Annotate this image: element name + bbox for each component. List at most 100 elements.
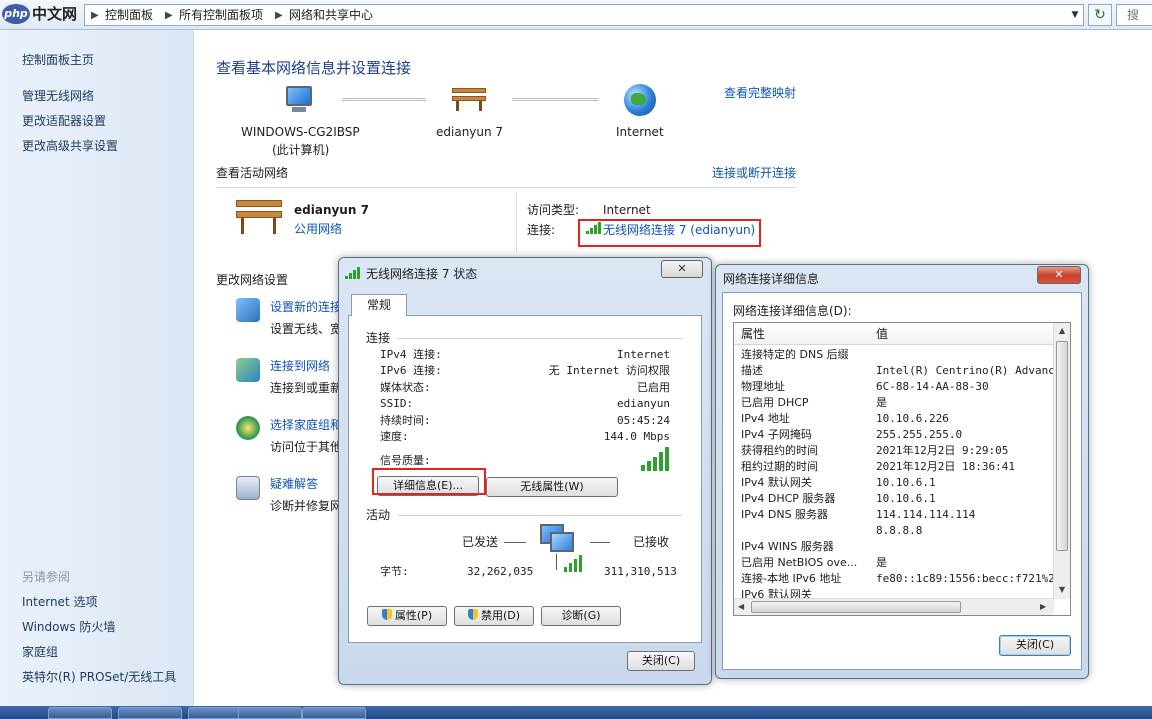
breadcrumb-arrow-icon[interactable]: ▶	[165, 8, 173, 23]
table-row[interactable]: IPv4 DHCP 服务器 10.10.6.1	[734, 491, 1054, 507]
activity-line	[504, 542, 526, 543]
breadcrumb-arrow-icon[interactable]: ▶	[275, 8, 283, 23]
task-troubleshoot-link[interactable]: 疑难解答	[270, 476, 318, 492]
view-full-map-link[interactable]: 查看完整映射	[724, 85, 796, 101]
table-row[interactable]: 物理地址 6C-88-14-AA-88-30	[734, 379, 1054, 395]
connection-label: 连接:	[527, 223, 556, 237]
media-status-value: 已启用	[637, 381, 670, 394]
table-row[interactable]: 连接特定的 DNS 后缀	[734, 347, 1054, 363]
breadcrumb-network-center[interactable]: 网络和共享中心	[289, 8, 373, 23]
sidebar-item-adapter-settings[interactable]: 更改适配器设置	[22, 113, 106, 129]
logo-badge: php	[2, 4, 30, 24]
scroll-right-icon[interactable]: ▶	[1040, 602, 1046, 611]
row-value: 10.10.6.1	[876, 492, 936, 505]
wireless-properties-button[interactable]: 无线属性(W)	[486, 477, 618, 497]
table-row[interactable]: IPv4 WINS 服务器	[734, 539, 1054, 555]
received-label: 已接收	[633, 535, 670, 549]
status-close-icon[interactable]: ✕	[661, 260, 703, 278]
diagnose-button[interactable]: 诊断(G)	[541, 606, 621, 626]
sent-label: 已发送	[462, 535, 499, 549]
active-network-name: edianyun 7	[294, 203, 369, 217]
row-property: 连接特定的 DNS 后缀	[741, 348, 849, 361]
table-row[interactable]: 描述 Intel(R) Centrino(R) Advanced-	[734, 363, 1054, 379]
details-list[interactable]: 属性 值 连接特定的 DNS 后缀 描述 Intel(R) Centrino(R)…	[733, 322, 1071, 616]
activity-group-title: 活动	[366, 508, 391, 522]
media-status-label: 媒体状态:	[380, 381, 431, 394]
table-row[interactable]: 租约过期的时间 2021年12月2日 18:36:41	[734, 459, 1054, 475]
network-type-link[interactable]: 公用网络	[294, 221, 342, 237]
ipv6-label: IPv6 连接:	[380, 364, 442, 377]
table-row[interactable]: 8.8.8.8	[734, 523, 1054, 539]
highlight-box	[578, 219, 761, 247]
see-also-firewall[interactable]: Windows 防火墙	[22, 619, 115, 635]
address-bar: php 中文网 ▶ 控制面板 ▶ 所有控制面板项 ▶ 网络和共享中心 ▼ ↻ 搜	[0, 0, 1152, 30]
taskbar-item[interactable]	[302, 707, 366, 719]
sidebar-item-home[interactable]: 控制面板主页	[22, 52, 94, 68]
see-also-internet-options[interactable]: Internet 选项	[22, 594, 97, 610]
speed-value: 144.0 Mbps	[603, 430, 670, 443]
logo-text: 中文网	[32, 5, 78, 23]
horizontal-scrollbar[interactable]: ◀ ▶	[734, 598, 1054, 615]
taskbar-item[interactable]	[48, 707, 112, 719]
row-value: fe80::1c89:1556:becc:f721%27	[876, 572, 1054, 585]
task-new-connection-desc: 设置无线、宽	[270, 322, 343, 336]
homegroup-icon	[236, 416, 260, 440]
troubleshoot-icon	[236, 476, 260, 500]
column-header-property[interactable]: 属性	[741, 326, 765, 342]
task-homegroup-link[interactable]: 选择家庭组和	[270, 417, 342, 433]
taskbar-item[interactable]	[238, 707, 302, 719]
search-input[interactable]: 搜	[1116, 4, 1152, 26]
connect-disconnect-link[interactable]: 连接或断开连接	[712, 165, 796, 181]
signal-strength-icon	[641, 447, 673, 471]
row-value: 10.10.6.1	[876, 476, 936, 489]
row-property: 连接-本地 IPv6 地址	[741, 572, 842, 585]
duration-value: 05:45:24	[617, 414, 670, 427]
row-property: IPv4 WINS 服务器	[741, 540, 834, 553]
vertical-scrollbar[interactable]: ▲ ▼	[1053, 323, 1070, 599]
details-close-button[interactable]: 关闭(C)	[999, 635, 1071, 656]
scroll-down-icon[interactable]: ▼	[1059, 585, 1065, 594]
table-row[interactable]: IPv4 地址 10.10.6.226	[734, 411, 1054, 427]
see-also-proset[interactable]: 英特尔(R) PROSet/无线工具	[22, 669, 176, 685]
bytes-sent-value: 32,262,035	[467, 565, 534, 578]
status-close-button[interactable]: 关闭(C)	[627, 651, 695, 671]
table-row[interactable]: 已启用 DHCP 是	[734, 395, 1054, 411]
address-dropdown-icon[interactable]: ▼	[1066, 4, 1084, 26]
details-close-icon[interactable]: ✕	[1037, 266, 1081, 284]
details-dialog-title: 网络连接详细信息	[723, 272, 820, 286]
scroll-up-icon[interactable]: ▲	[1059, 326, 1065, 335]
vertical-scroll-thumb[interactable]	[1056, 341, 1068, 551]
sidebar-item-manage-wireless[interactable]: 管理无线网络	[22, 88, 94, 104]
row-value: 2021年12月2日 18:36:41	[876, 460, 1015, 473]
properties-button[interactable]: 属性(P)	[367, 606, 447, 626]
column-header-value[interactable]: 值	[876, 326, 888, 342]
signal-quality-label: 信号质量:	[380, 454, 431, 467]
task-connect-network-link[interactable]: 连接到网络	[270, 358, 330, 374]
address-box[interactable]: ▶ 控制面板 ▶ 所有控制面板项 ▶ 网络和共享中心	[84, 4, 1084, 26]
table-row[interactable]: 连接-本地 IPv6 地址 fe80::1c89:1556:becc:f721%2…	[734, 571, 1054, 587]
search-placeholder: 搜	[1127, 8, 1140, 22]
taskbar-item[interactable]	[118, 707, 182, 719]
scroll-left-icon[interactable]: ◀	[738, 602, 744, 611]
breadcrumb-all-items[interactable]: 所有控制面板项	[179, 8, 263, 23]
row-value: 10.10.6.226	[876, 412, 949, 425]
row-property: IPv4 DHCP 服务器	[741, 492, 836, 505]
tab-general[interactable]: 常规	[351, 294, 407, 316]
row-property: IPv4 默认网关	[741, 476, 812, 489]
section-divider	[216, 187, 796, 188]
table-row[interactable]: IPv4 DNS 服务器 114.114.114.114	[734, 507, 1054, 523]
task-new-connection-link[interactable]: 设置新的连接	[270, 299, 342, 315]
disable-button[interactable]: 禁用(D)	[454, 606, 534, 626]
table-row[interactable]: IPv4 子网掩码 255.255.255.0	[734, 427, 1054, 443]
sidebar-item-sharing-settings[interactable]: 更改高级共享设置	[22, 138, 118, 154]
active-networks-title: 查看活动网络	[216, 166, 289, 180]
refresh-icon[interactable]: ↻	[1088, 4, 1112, 26]
table-row[interactable]: 已启用 NetBIOS ove... 是	[734, 555, 1054, 571]
see-also-homegroup[interactable]: 家庭组	[22, 644, 58, 660]
change-settings-title: 更改网络设置	[216, 273, 289, 287]
table-row[interactable]: 获得租约的时间 2021年12月2日 9:29:05	[734, 443, 1054, 459]
table-row[interactable]: IPv4 默认网关 10.10.6.1	[734, 475, 1054, 491]
horizontal-scroll-thumb[interactable]	[751, 601, 961, 613]
breadcrumb-arrow-icon[interactable]: ▶	[91, 8, 99, 23]
breadcrumb-control-panel[interactable]: 控制面板	[105, 8, 153, 23]
